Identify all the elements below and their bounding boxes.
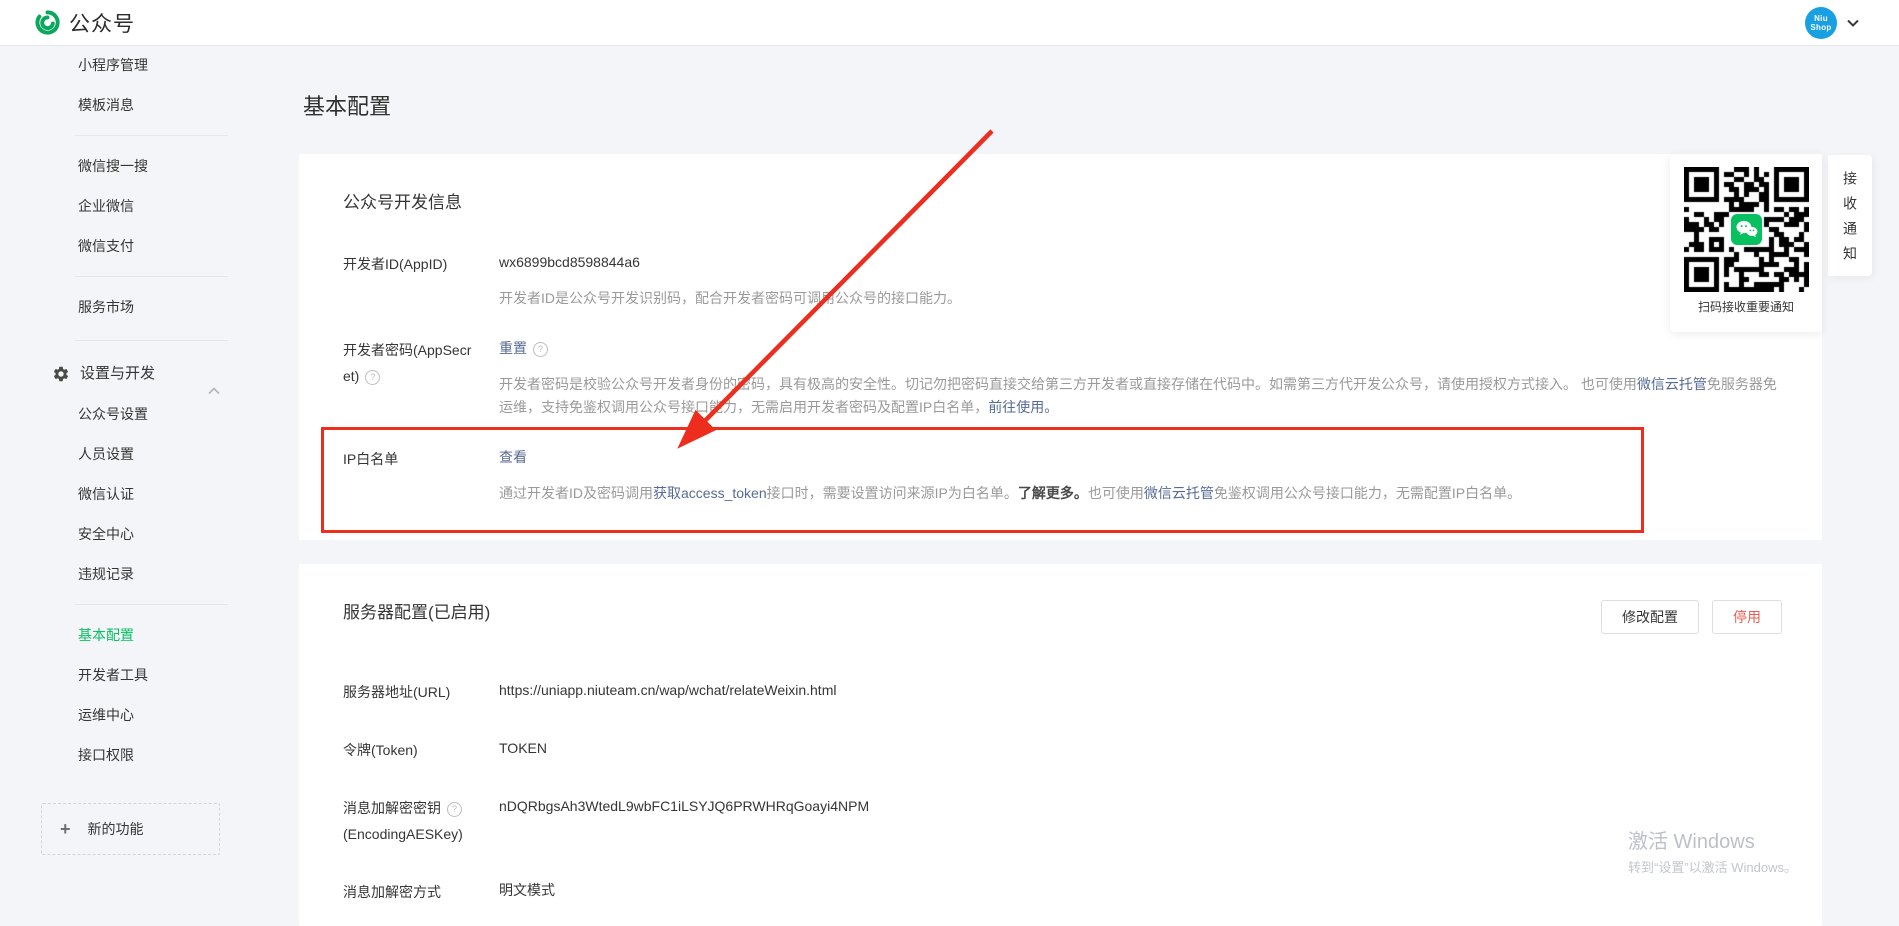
sidebar-item-basic-config[interactable]: 基本配置 [0, 615, 250, 655]
sidebar-divider [75, 340, 228, 341]
chevron-down-icon [1847, 19, 1859, 27]
inline-link[interactable]: 微信云托管 [1637, 376, 1707, 392]
sidebar-item-enterprise-wechat[interactable]: 企业微信 [0, 186, 250, 226]
sidebar-divider [75, 135, 228, 136]
gear-icon [52, 365, 70, 383]
modify-config-button[interactable]: 修改配置 [1601, 600, 1699, 634]
new-feature-button[interactable]: + 新的功能 [41, 803, 220, 855]
chevron-up-icon [208, 371, 220, 411]
description-text: 运维，支持免鉴权调用公众号接口能力，无需启用开发者密码及配置IP白名单， [499, 399, 988, 415]
field-label-ip-whitelist: IP白名单 [343, 446, 473, 472]
sidebar-item-template-message[interactable]: 模板消息 [0, 85, 250, 125]
avatar[interactable]: Niu Shop [1805, 7, 1837, 39]
inline-link[interactable]: 前往使用。 [988, 399, 1058, 415]
sidebar-item-wechat-verification[interactable]: 微信认证 [0, 474, 250, 514]
appsecret-link[interactable]: 重置 [499, 340, 527, 356]
field-label-appsecret: 开发者密码(AppSecret)? [343, 337, 473, 389]
appid-value: wx6899bcd8598844a6 [499, 251, 1778, 273]
encoding-aes-key-value: nDQRbgsAh3WtedL9wbFC1iLSYJQ6PRWHRqGoayi4… [499, 795, 1778, 817]
description-text: 开发者密码是校验公众号开发者身份的密码，具有极高的安全性。切记勿把密码直接交给第… [499, 376, 1637, 392]
field-label-token: 令牌(Token) [343, 737, 473, 763]
field-description: 开发者ID是公众号开发识别码，配合开发者密码可调用公众号的接口能力。 [499, 288, 1778, 309]
help-icon[interactable]: ? [365, 370, 380, 385]
encrypt-mode-value: 明文模式 [499, 879, 1778, 901]
ip-whitelist-link[interactable]: 查看 [499, 449, 527, 465]
server-config-card: 服务器配置(已启用) 修改配置停用 服务器地址(URL) https://unia… [299, 564, 1822, 926]
sidebar: 小程序管理模板消息微信搜一搜企业微信微信支付服务市场设置与开发公众号设置人员设置… [0, 45, 250, 855]
sidebar-item-violation-records[interactable]: 违规记录 [0, 554, 250, 594]
field-row-server-url: 服务器地址(URL) https://uniapp.niuteam.cn/wap/… [343, 679, 1778, 705]
field-row-ip-whitelist: IP白名单 查看通过开发者ID及密码调用获取access_token接口时，需要设… [343, 446, 1778, 504]
notify-qr-panel: 扫码接收重要通知 [1670, 154, 1822, 332]
mp-logo-icon [34, 9, 61, 36]
brand-name: 公众号 [69, 8, 135, 38]
avatar-text: Shop [1810, 23, 1831, 32]
qr-code [1684, 167, 1809, 292]
sidebar-item-staff-settings[interactable]: 人员设置 [0, 434, 250, 474]
sidebar-item-wechat-search[interactable]: 微信搜一搜 [0, 146, 250, 186]
help-icon[interactable]: ? [533, 342, 548, 357]
dev-info-card: 公众号开发信息 开发者ID(AppID)wx6899bcd8598844a6开发… [299, 154, 1822, 540]
field-row-encrypt-mode: 消息加解密方式 明文模式 [343, 879, 1778, 905]
sidebar-item-settings-and-dev[interactable]: 设置与开发 [0, 354, 250, 394]
description-text: 免服务器免 [1707, 376, 1777, 392]
description-text: 接口时，需要设置访问来源IP为白名单。 [767, 485, 1018, 501]
sidebar-item-wechat-pay[interactable]: 微信支付 [0, 226, 250, 266]
sidebar-divider [75, 604, 228, 605]
sidebar-item-developer-tools[interactable]: 开发者工具 [0, 655, 250, 695]
inline-link-strong[interactable]: 了解更多。 [1018, 485, 1088, 501]
plus-icon: + [60, 819, 71, 840]
field-label-encrypt-mode: 消息加解密方式 [343, 879, 473, 905]
token-value: TOKEN [499, 737, 1778, 759]
sidebar-item-security-center[interactable]: 安全中心 [0, 514, 250, 554]
sidebar-item-ops-center[interactable]: 运维中心 [0, 695, 250, 735]
sidebar-item-mini-program-management[interactable]: 小程序管理 [0, 45, 250, 85]
notify-side-tab-label: 接收通知 [1840, 171, 1860, 271]
page-title: 基本配置 [303, 89, 391, 121]
wechat-icon [1731, 214, 1762, 245]
topbar: 公众号 Niu Shop [0, 0, 1899, 46]
field-description: 通过开发者ID及密码调用获取access_token接口时，需要设置访问来源IP… [499, 483, 1778, 504]
notify-side-tab[interactable]: 接收通知 [1828, 155, 1872, 276]
field-label-server-url: 服务器地址(URL) [343, 679, 473, 705]
sidebar-item-service-market[interactable]: 服务市场 [0, 287, 250, 327]
sidebar-item-api-permissions[interactable]: 接口权限 [0, 735, 250, 775]
server-config-title: 服务器配置(已启用) [343, 598, 1778, 623]
qr-caption: 扫码接收重要通知 [1670, 298, 1822, 315]
inline-link[interactable]: 获取access_token [653, 485, 767, 501]
inline-link[interactable]: 微信云托管 [1144, 485, 1214, 501]
sidebar-divider [75, 276, 228, 277]
sidebar-section-label: 设置与开发 [80, 354, 155, 394]
field-row-appid: 开发者ID(AppID) wx6899bcd8598844a6 开发者ID是公众号开… [343, 251, 1778, 309]
field-row-token: 令牌(Token) TOKEN [343, 737, 1778, 763]
field-description: 运维，支持免鉴权调用公众号接口能力，无需启用开发者密码及配置IP白名单，前往使用… [499, 397, 1778, 418]
dev-info-title: 公众号开发信息 [343, 188, 1778, 213]
help-icon[interactable]: ? [447, 802, 462, 817]
field-label-encoding-aes-key: 消息加解密密钥?(EncodingAESKey) [343, 795, 473, 847]
field-description: 开发者密码是校验公众号开发者身份的密码，具有极高的安全性。切记勿把密码直接交给第… [499, 374, 1778, 395]
field-label-appid: 开发者ID(AppID) [343, 251, 473, 277]
description-text: 免鉴权调用公众号接口能力，无需配置IP白名单。 [1214, 485, 1521, 501]
field-row-appsecret: 开发者密码(AppSecret)? 重置? 开发者密码是校验公众号开发者身份的密码，… [343, 337, 1778, 418]
brand: 公众号 [34, 8, 135, 38]
account-menu[interactable]: Niu Shop [1805, 0, 1859, 45]
server-url-value: https://uniapp.niuteam.cn/wap/wchat/rela… [499, 679, 1778, 701]
avatar-text: Niu [1814, 14, 1828, 23]
field-row-encoding-aes-key: 消息加解密密钥?(EncodingAESKey) nDQRbgsAh3WtedL9… [343, 795, 1778, 847]
description-text: 通过开发者ID及密码调用 [499, 485, 653, 501]
description-text: 也可使用 [1088, 485, 1144, 501]
disable-button[interactable]: 停用 [1712, 600, 1782, 634]
new-feature-label: 新的功能 [88, 819, 144, 839]
description-text: 开发者ID是公众号开发识别码，配合开发者密码可调用公众号的接口能力。 [499, 290, 961, 306]
